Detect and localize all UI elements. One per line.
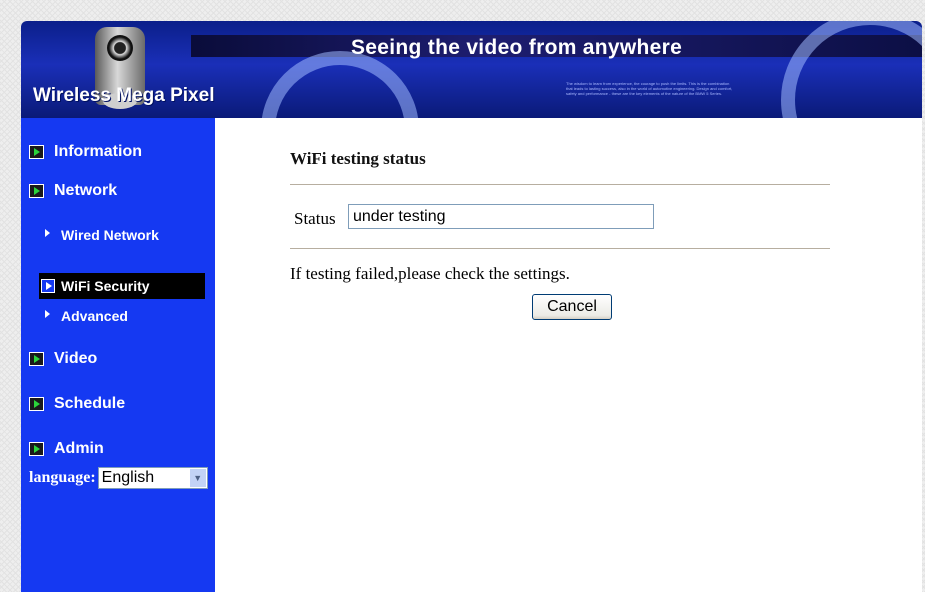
cancel-button[interactable]: Cancel — [532, 294, 612, 320]
play-arrow-icon — [29, 397, 44, 411]
language-selector: language: English ▼ — [29, 467, 208, 489]
play-arrow-icon — [29, 352, 44, 366]
play-arrow-icon — [29, 184, 44, 198]
sidebar-subitem-label: WiFi Security — [61, 278, 150, 294]
brand-name: Wireless Mega Pixel — [33, 85, 215, 106]
sidebar-item-label: Information — [54, 143, 142, 160]
sidebar-item-label: Admin — [54, 440, 104, 457]
sidebar-item-label: Video — [54, 350, 98, 367]
divider — [290, 184, 830, 185]
banner-decoration — [261, 51, 419, 118]
camera-lens-icon — [107, 35, 133, 61]
triangle-bullet-icon — [45, 310, 50, 318]
triangle-bullet-icon — [41, 279, 55, 293]
main-content: WiFi testing status Status If testing fa… — [215, 118, 922, 592]
sidebar-item-information[interactable]: Information — [29, 143, 142, 161]
sidebar-item-schedule[interactable]: Schedule — [29, 395, 125, 413]
sidebar-item-admin[interactable]: Admin — [29, 440, 104, 458]
sidebar-item-label: Schedule — [54, 395, 126, 412]
sidebar-item-video[interactable]: Video — [29, 350, 97, 368]
sidebar-item-network[interactable]: Network — [29, 182, 117, 200]
sidebar-subitem-advanced[interactable]: Advanced — [45, 308, 128, 324]
chevron-down-icon[interactable]: ▼ — [189, 469, 206, 487]
sidebar-item-label: Network — [54, 182, 118, 199]
app-frame: Seeing the video from anywhere Wireless … — [21, 21, 922, 592]
divider — [290, 248, 830, 249]
play-arrow-icon — [29, 442, 44, 456]
sidebar-subitem-label: Advanced — [61, 308, 128, 324]
status-field[interactable] — [348, 204, 654, 229]
play-arrow-icon — [29, 145, 44, 159]
language-label: language: — [29, 469, 96, 486]
status-label: Status — [294, 209, 336, 228]
sidebar-subitem-wifi-security[interactable]: WiFi Security — [39, 273, 205, 299]
banner-fine-print: The wisdom to learn from experience, the… — [566, 81, 733, 96]
sidebar-subitem-label: Wired Network — [61, 227, 159, 243]
language-value: English — [101, 469, 155, 486]
banner-slogan: Seeing the video from anywhere — [351, 36, 683, 59]
header-banner: Seeing the video from anywhere Wireless … — [21, 21, 922, 118]
sidebar-nav: Information Network Wired Network WiFi S… — [21, 118, 215, 592]
help-message: If testing failed,please check the setti… — [290, 264, 570, 283]
page-title: WiFi testing status — [290, 149, 426, 168]
triangle-bullet-icon — [45, 229, 50, 237]
sidebar-subitem-wired-network[interactable]: Wired Network — [45, 227, 159, 243]
language-dropdown[interactable]: English ▼ — [97, 467, 208, 489]
